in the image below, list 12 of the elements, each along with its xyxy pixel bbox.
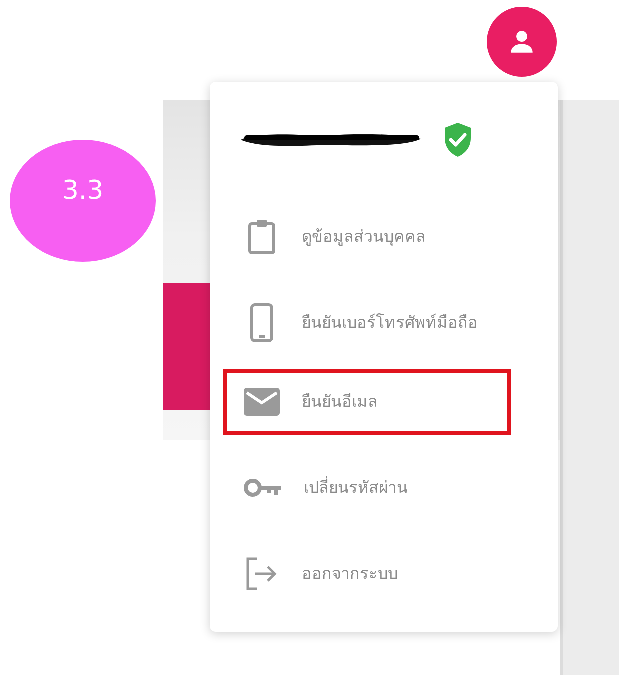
menu-item[interactable]: ดูข้อมูลส่วนบุคคล xyxy=(232,201,535,273)
menu-item[interactable]: ออกจากระบบ xyxy=(232,538,535,610)
key-icon xyxy=(244,478,282,498)
user-icon xyxy=(509,29,535,55)
menu-item[interactable]: ยืนยันเบอร์โทรศัพท์มือถือ xyxy=(232,287,535,359)
clipboard-icon xyxy=(248,219,276,255)
menu-item[interactable]: เปลี่ยนรหัสผ่าน xyxy=(232,452,535,524)
mail-icon xyxy=(244,388,280,416)
menu-item[interactable]: ยืนยันอีเมล xyxy=(227,373,507,431)
step-callout: 3.3 xyxy=(10,140,156,262)
logout-icon xyxy=(245,557,279,591)
phone-icon xyxy=(250,303,274,343)
